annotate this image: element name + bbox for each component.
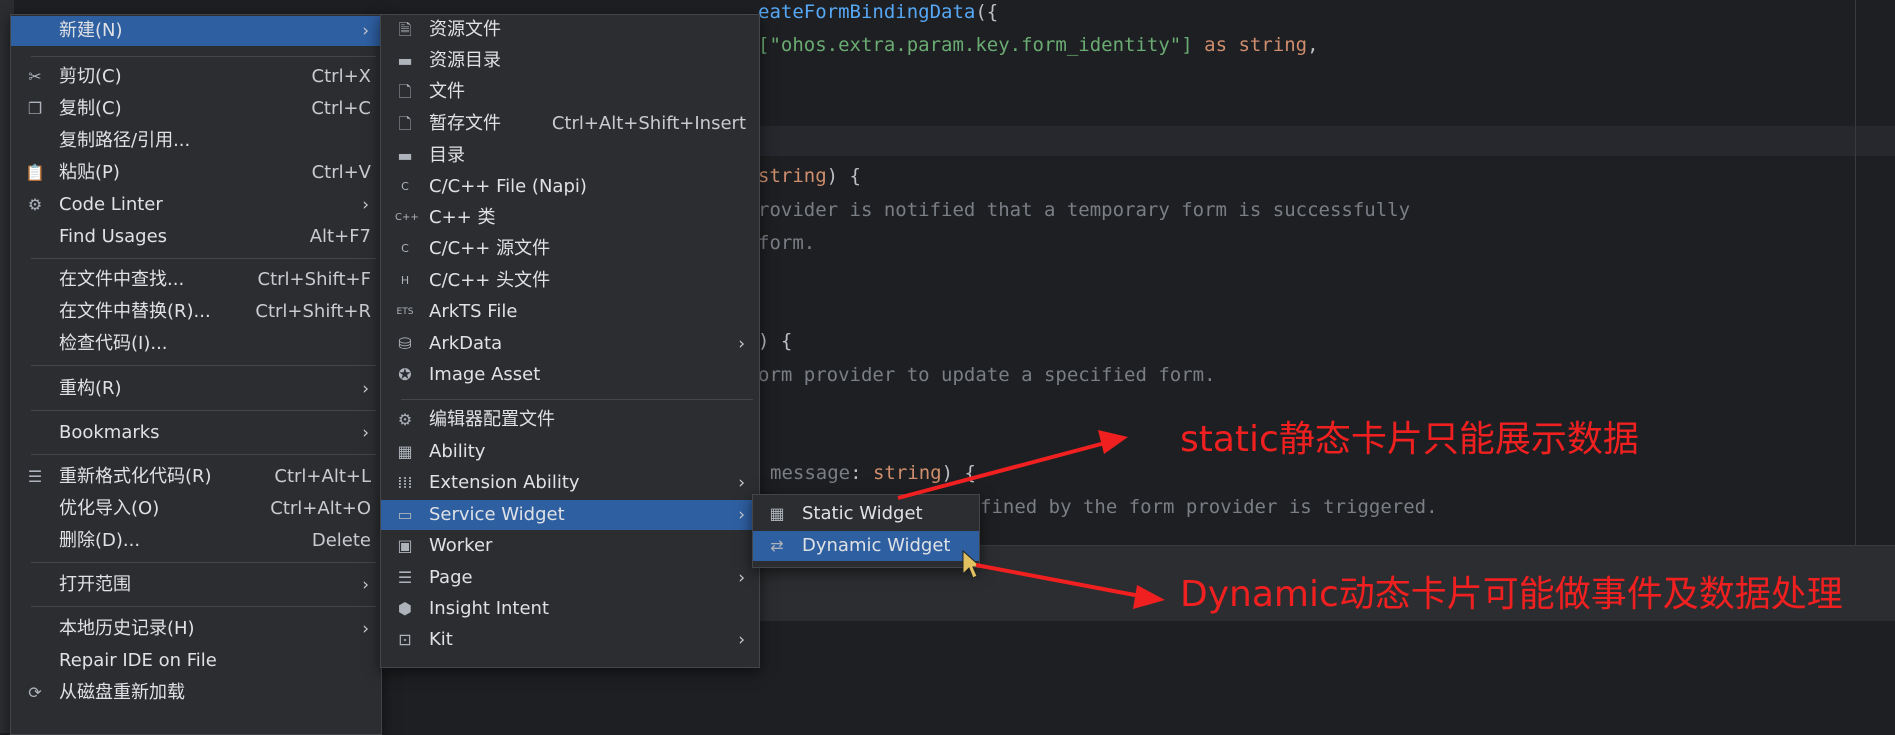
arrowhead-static [1098, 430, 1128, 454]
annotation-dynamic: Dynamic动态卡片可能做事件及数据处理 [1180, 574, 1843, 615]
annotation-static: static静态卡片只能展示数据 [1180, 419, 1639, 460]
arrowhead-dynamic [1133, 585, 1165, 609]
annotation-arrows [897, 430, 1165, 609]
arrow-to-dynamic-note [975, 563, 1141, 598]
arrow-to-static-note [897, 441, 1106, 500]
